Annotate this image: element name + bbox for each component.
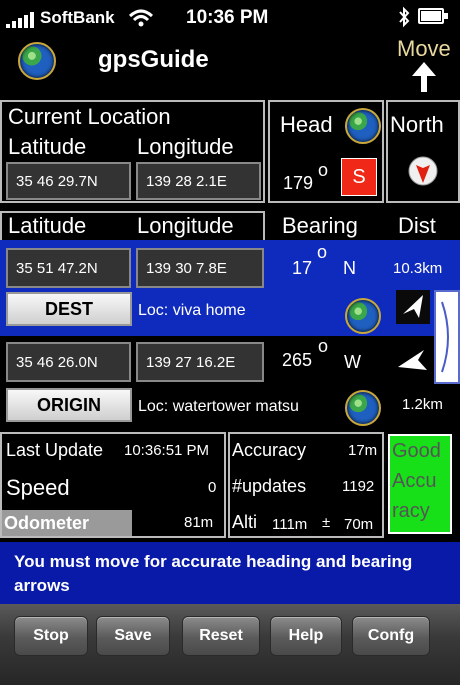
- alti-value: 111m: [272, 516, 308, 533]
- move-label: Move: [397, 36, 451, 61]
- message-banner: You must move for accurate heading and b…: [0, 542, 460, 604]
- config-button[interactable]: Confg: [352, 616, 430, 656]
- heading-value: 179: [283, 173, 314, 193]
- accuracy-value: 17m: [348, 442, 378, 459]
- odometer-value: 81m: [184, 514, 214, 531]
- clock: 10:36 PM: [186, 7, 269, 28]
- scroll-handle[interactable]: [434, 290, 460, 384]
- target-latitude-label: Latitude: [8, 213, 87, 238]
- alti-label: Alti: [232, 512, 258, 532]
- dest-bearing-value: 17: [292, 258, 313, 278]
- origin-longitude-field[interactable]: 139 27 16.2E: [136, 342, 264, 382]
- message-text: You must move for accurate heading and b…: [14, 552, 413, 595]
- dest-location-name: Loc: viva home: [138, 302, 246, 319]
- heading-direction-badge: S: [341, 158, 377, 196]
- origin-location-name: Loc: watertower matsu: [138, 398, 299, 415]
- accuracy-label: Accuracy: [232, 440, 307, 460]
- dest-bearing-direction: N: [343, 258, 356, 278]
- dest-longitude-field[interactable]: 139 30 7.8E: [136, 248, 264, 288]
- speed-label: Speed: [6, 475, 70, 500]
- alti-error: 70m: [344, 516, 374, 533]
- heading-direction: S: [352, 165, 366, 188]
- origin-latitude-field[interactable]: 35 46 26.0N: [6, 342, 131, 382]
- save-button[interactable]: Save: [96, 616, 170, 656]
- signal-icon: [6, 12, 40, 28]
- last-update-value: 10:36:51 PM: [124, 442, 210, 459]
- updates-value: 1192: [342, 478, 375, 495]
- dest-button[interactable]: DEST: [6, 292, 132, 326]
- carrier-name: SoftBank: [40, 8, 115, 27]
- accuracy-quality-line3: racy: [392, 500, 430, 522]
- stop-button[interactable]: Stop: [14, 616, 88, 656]
- degree-symbol: o: [318, 336, 329, 356]
- latitude-label: Latitude: [8, 134, 87, 159]
- speed-value: 0: [208, 479, 217, 496]
- origin-button[interactable]: ORIGIN: [6, 388, 132, 422]
- battery-icon: [418, 8, 450, 26]
- move-arrow-icon: [412, 62, 436, 92]
- dest-latitude-field[interactable]: 35 51 47.2N: [6, 248, 131, 288]
- origin-bearing-value: 265: [282, 350, 313, 370]
- odometer-label[interactable]: Odometer: [2, 510, 132, 536]
- target-longitude-label: Longitude: [137, 213, 234, 238]
- title-bar: gpsGuide Move: [0, 36, 460, 96]
- alti-plus-minus: ±: [322, 514, 331, 531]
- dest-distance: 10.3km: [393, 260, 443, 277]
- last-update-label: Last Update: [6, 440, 104, 460]
- dist-label: Dist: [398, 213, 436, 238]
- odometer-label-text: Odometer: [4, 512, 90, 533]
- accuracy-quality-badge: Good Accu racy: [388, 434, 452, 534]
- accuracy-quality-line2: Accu: [392, 470, 437, 492]
- app-title: gpsGuide: [98, 46, 209, 73]
- compass-needle-icon: [408, 156, 438, 186]
- longitude-label: Longitude: [137, 134, 234, 159]
- current-longitude-field[interactable]: 139 28 2.1E: [136, 162, 261, 200]
- help-button[interactable]: Help: [270, 616, 342, 656]
- origin-distance: 1.2km: [402, 396, 443, 413]
- head-label: Head: [280, 112, 333, 137]
- current-latitude-field[interactable]: 35 46 29.7N: [6, 162, 131, 200]
- bearing-label: Bearing: [282, 213, 358, 238]
- bluetooth-icon: [397, 6, 411, 28]
- origin-bearing-direction: W: [344, 352, 361, 372]
- globe-icon[interactable]: [18, 42, 56, 80]
- updates-label: #updates: [232, 476, 307, 496]
- dest-bearing-arrow-icon: [396, 290, 430, 324]
- north-label: North: [390, 112, 444, 137]
- globe-icon: [345, 390, 381, 426]
- reset-button[interactable]: Reset: [182, 616, 260, 656]
- status-bar: SoftBank 10:36 PM: [0, 0, 460, 36]
- origin-bearing-arrow-icon: [396, 345, 430, 379]
- globe-icon: [345, 108, 381, 144]
- degree-symbol: o: [318, 160, 329, 180]
- degree-symbol: o: [317, 242, 328, 262]
- current-location-header: Current Location: [8, 104, 171, 129]
- accuracy-quality-line1: Good: [392, 440, 441, 462]
- wifi-icon: [128, 8, 154, 28]
- globe-icon: [345, 298, 381, 334]
